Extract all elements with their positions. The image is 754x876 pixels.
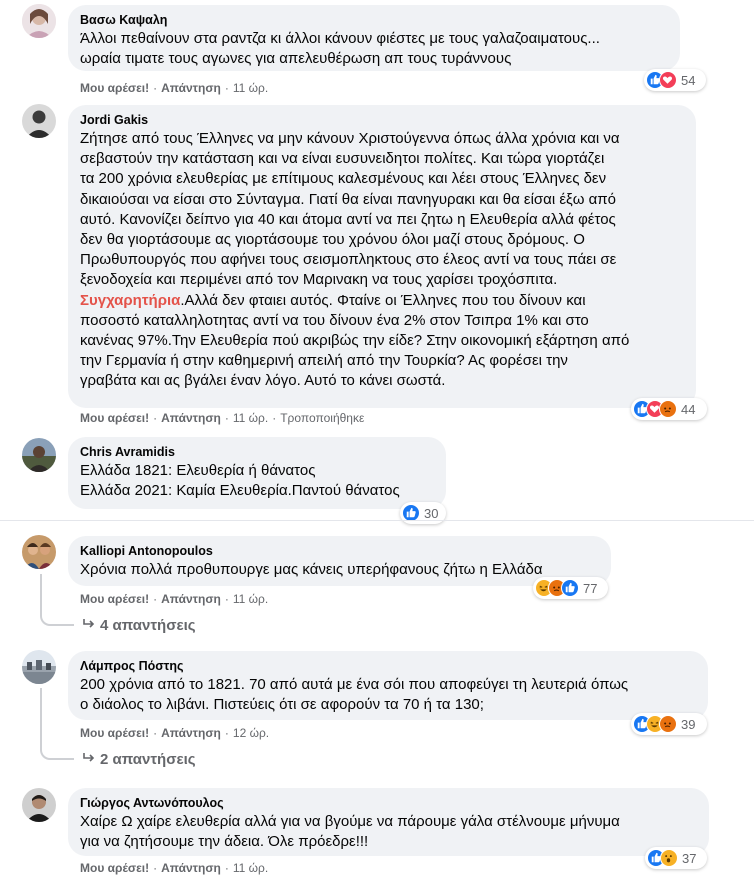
comment-text-line: 200 χρόνια από το 1821. 70 από αυτά με έ… xyxy=(80,676,629,693)
reply-arrow-icon xyxy=(82,751,100,769)
comment-bubble: Γιώργος Αντωνόπουλος Χαίρε Ω χαίρε ελευθ… xyxy=(68,788,709,856)
comment-author[interactable]: Jordi Gakis xyxy=(80,112,684,129)
thread-line xyxy=(40,746,74,760)
avatar[interactable] xyxy=(22,4,56,38)
comment-text-line: αυτό. Κανονίζει δείπνο για 40 και άτομα … xyxy=(80,210,616,228)
reaction-count: 30 xyxy=(424,505,439,521)
comment-text-line: Ελλάδα 1821: Ελευθερία ή θάνατος xyxy=(80,462,316,479)
replies-count-label[interactable]: 2 απαντήσεις xyxy=(100,751,196,768)
reply-arrow-icon xyxy=(82,617,100,635)
comment-text-line: Χαίρε Ω χαίρε ελευθερία αλλά για να βγού… xyxy=(80,813,620,830)
like-button[interactable]: Μου αρέσει! xyxy=(80,592,149,606)
reaction-count: 54 xyxy=(681,72,696,88)
comment-text-line: ποσοστό καταλληλοτητας αντί να του δίνου… xyxy=(80,311,589,329)
reply-button[interactable]: Απάντηση xyxy=(161,81,221,95)
avatar[interactable] xyxy=(22,438,56,472)
comment-author[interactable]: Kalliopi Antonopoulos xyxy=(80,543,599,560)
comment-bubble: Chris Avramidis Ελλάδα 1821: Ελευθερία ή… xyxy=(68,437,446,509)
reaction-count: 44 xyxy=(681,401,696,417)
comment-timestamp[interactable]: 11 ώρ. xyxy=(233,861,268,875)
comment-timestamp[interactable]: 11 ώρ. xyxy=(233,81,268,95)
comment-author[interactable]: Chris Avramidis xyxy=(80,444,434,461)
comment-bubble: Kalliopi Antonopoulos Χρόνια πολλά προθυ… xyxy=(68,536,611,586)
comment-bubble: Jordi Gakis Ζήτησε από τους Έλληνες να μ… xyxy=(68,105,696,408)
reply-button[interactable]: Απάντηση xyxy=(161,592,221,606)
comment-text-line: Άλλοι πεθαίνουν στα ραντζα κι άλλοι κάνο… xyxy=(80,30,600,47)
comment-actions: Μου αρέσει! · Απάντηση · 11 ώρ. xyxy=(80,861,269,875)
like-button[interactable]: Μου αρέσει! xyxy=(80,861,149,875)
like-button[interactable]: Μου αρέσει! xyxy=(80,726,149,740)
view-replies-link[interactable]: 4 απαντήσεις xyxy=(82,617,196,635)
comment-actions: Μου αρέσει! · Απάντηση · 11 ώρ. · Τροποποιήθηκ… xyxy=(80,411,365,425)
edited-label[interactable]: Τροποποιήθηκε xyxy=(280,411,364,425)
comment-text-line: ξενοδοχεία και περιμένει από τον Μαρινακ… xyxy=(80,271,558,289)
highlighted-word: Συγχαρητήρια xyxy=(80,291,181,309)
reaction-summary[interactable]: 39 xyxy=(631,713,707,735)
comment-timestamp[interactable]: 12 ώρ. xyxy=(233,726,269,740)
wow-reaction-icon xyxy=(660,849,678,867)
comment-text-line: Ζήτησε από τους Έλληνες να μην κάνουν Χρ… xyxy=(80,130,620,147)
comment-text-line: Πρωθυπουργός που αφήνει τους σεισμοπληκτ… xyxy=(80,251,617,269)
reaction-summary[interactable]: 54 xyxy=(644,69,706,91)
comment-text-line: κανένας 97%.Την Ελευθερία πού ακριβώς τη… xyxy=(80,332,630,350)
reply-button[interactable]: Απάντηση xyxy=(161,411,221,425)
thread-line xyxy=(40,574,42,614)
avatar[interactable] xyxy=(22,788,56,822)
reaction-summary[interactable]: 44 xyxy=(631,398,707,420)
angry-reaction-icon xyxy=(659,400,677,418)
reaction-summary[interactable]: 37 xyxy=(645,847,707,869)
comment-text-line: ωραία τιματε τους αγωνες για απελευθέρωσ… xyxy=(80,50,512,68)
comment-text-line: δικαιούσαι να είσαι στο Σύνταγμα. Γιατί … xyxy=(80,190,617,208)
comment-bubble: Λάμπρος Πόστης 200 χρόνια από το 1821. 7… xyxy=(68,651,708,720)
reply-button[interactable]: Απάντηση xyxy=(161,861,221,875)
comment-text-fragment: .Αλλά δεν φταιει αυτός. Φταίνε οι Έλληνε… xyxy=(180,291,586,309)
comment-actions: Μου αρέσει! · Απάντηση · 12 ώρ. xyxy=(80,726,270,740)
angry-reaction-icon xyxy=(659,715,677,733)
comment-timestamp[interactable]: 11 ώρ. xyxy=(233,592,268,606)
comment-text-line: γραβάτα και ας βγάλει έναν λόγο. Αυτό το… xyxy=(80,372,446,390)
comment-actions: Μου αρέσει! · Απάντηση · 11 ώρ. xyxy=(80,81,269,95)
comment-text-line: Συγχαρητήρια.Αλλά δεν φταιει αυτός. Φταί… xyxy=(80,291,684,311)
thread-line xyxy=(40,612,74,626)
comment-text-line: Ελλάδα 2021: Καμία Ελευθερία.Παντού θάνα… xyxy=(80,482,400,500)
comment-text-line: ο διάολος το λιβάνι. Πιστεύεις ότι σε αφ… xyxy=(80,696,484,714)
like-button[interactable]: Μου αρέσει! xyxy=(80,81,149,95)
view-replies-link[interactable]: 2 απαντήσεις xyxy=(82,751,196,769)
comment-text-line: δεν θα γιορτάσουμε ας γιορτάσουμε του χρ… xyxy=(80,231,585,249)
avatar[interactable] xyxy=(22,535,56,569)
screenshot-seam xyxy=(0,520,754,521)
comment-text-line: σεβαστούν την κατάσταση και να είναι ευσ… xyxy=(80,150,605,168)
avatar[interactable] xyxy=(22,104,56,138)
like-reaction-icon xyxy=(561,579,579,597)
comment-text-line: Χρόνια πολλά προθυπουργε μας κάνεις υπερ… xyxy=(80,561,543,578)
comment-author[interactable]: Βασω Καψαλη xyxy=(80,12,668,29)
thread-line xyxy=(40,688,42,748)
reaction-count: 39 xyxy=(681,716,696,732)
like-button[interactable]: Μου αρέσει! xyxy=(80,411,149,425)
reaction-summary[interactable]: 77 xyxy=(533,577,608,599)
replies-count-label[interactable]: 4 απαντήσεις xyxy=(100,617,196,634)
comment-actions: Μου αρέσει! · Απάντηση · 11 ώρ. xyxy=(80,592,269,606)
love-reaction-icon xyxy=(659,71,677,89)
comment-author[interactable]: Λάμπρος Πόστης xyxy=(80,658,696,675)
comment-bubble: Βασω Καψαλη Άλλοι πεθαίνουν στα ραντζα κ… xyxy=(68,5,680,71)
reaction-count: 77 xyxy=(583,580,598,596)
reaction-count: 37 xyxy=(682,850,697,866)
avatar[interactable] xyxy=(22,650,56,684)
comment-text-line: για να ζητήσουμε την άδεια. Όλε πρόεδρε!… xyxy=(80,833,369,851)
reply-button[interactable]: Απάντηση xyxy=(161,726,221,740)
comment-text-line: την Γερμανία ή στην καθημερινή απειλή απ… xyxy=(80,352,568,370)
comment-author[interactable]: Γιώργος Αντωνόπουλος xyxy=(80,795,697,812)
comment-timestamp[interactable]: 11 ώρ. xyxy=(233,411,268,425)
comment-text-line: τα 200 χρόνια ελευθερίας με επίτιμους κα… xyxy=(80,170,607,188)
